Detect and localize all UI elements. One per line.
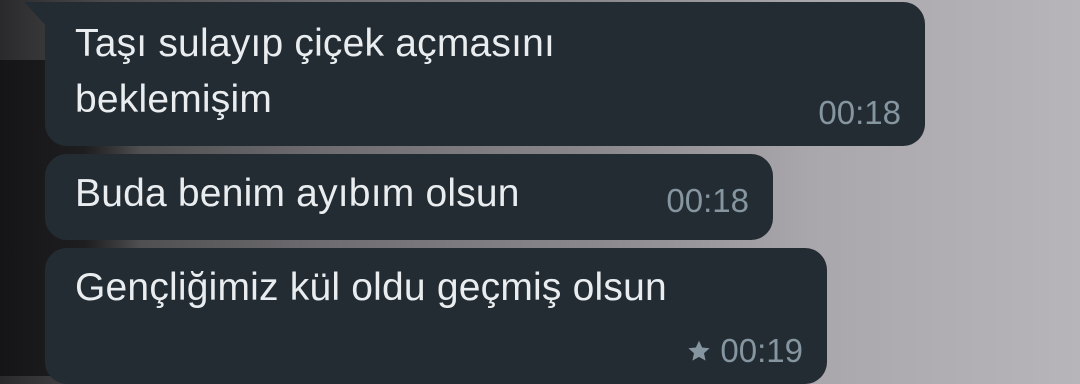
message-bubble[interactable]: Buda benim ayıbım olsun 00:18 [45,154,773,240]
star-icon [688,340,711,361]
message-timestamp: 00:18 [818,94,901,131]
message-text: Gençliğimiz kül oldu geçmiş olsun [75,266,667,309]
message-bubble[interactable]: Gençliğimiz kül oldu geçmiş olsun 00:19 [45,248,827,384]
message-meta: 00:19 [686,332,803,370]
message-timestamp: 00:19 [720,332,803,369]
message-text: Buda benim ayıbım olsun [75,172,520,215]
message-timestamp: 00:18 [666,182,749,219]
message-bubble[interactable]: Taşı sulayıp çiçek açmasını beklemişim 0… [45,2,925,146]
message-text: Taşı sulayıp çiçek açmasını beklemişim [75,22,556,121]
